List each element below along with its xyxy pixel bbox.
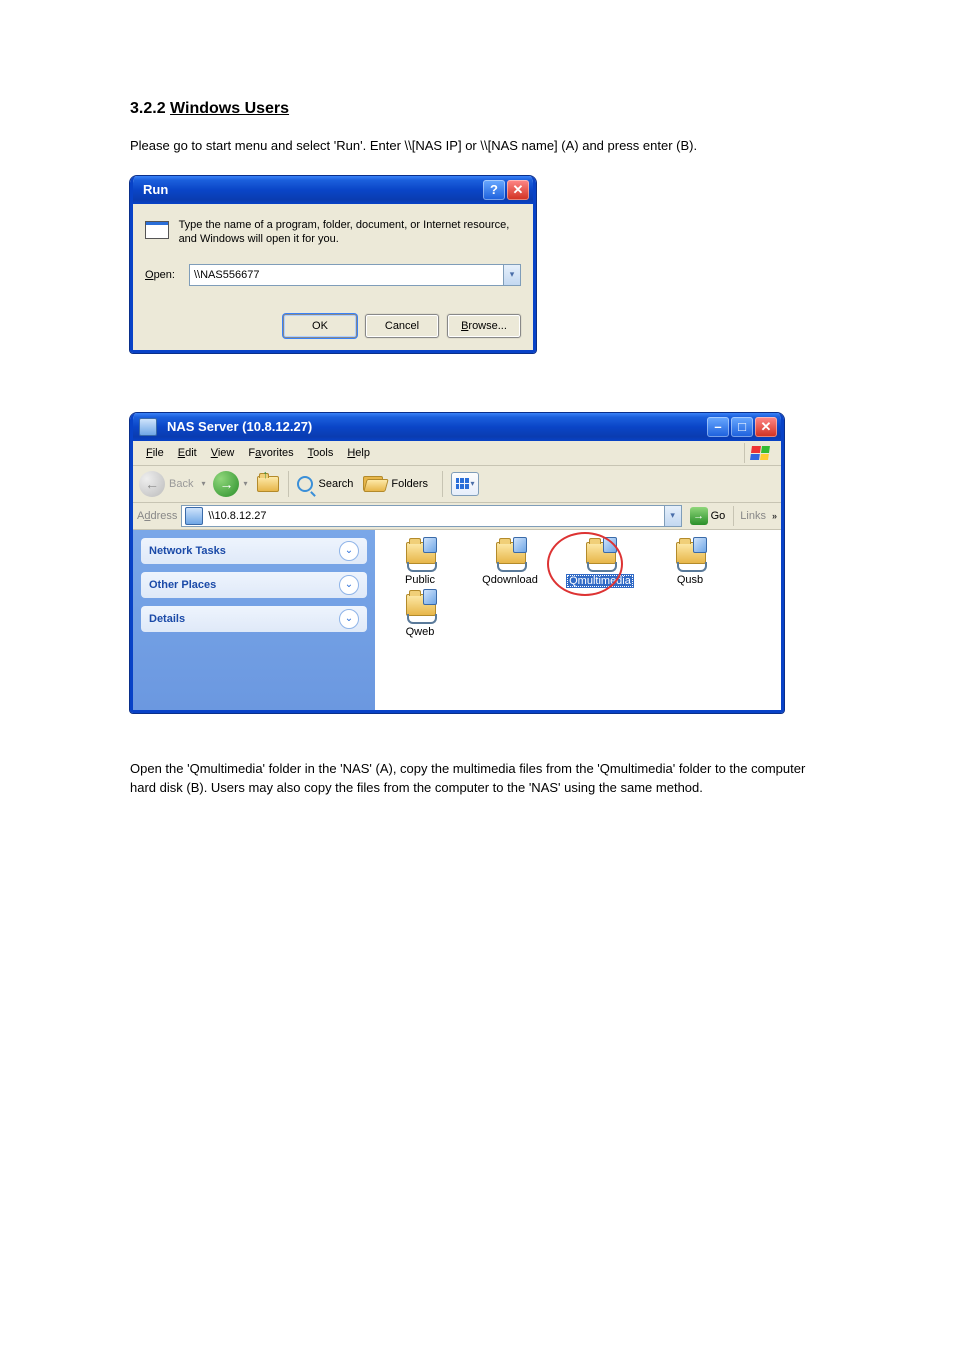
address-input[interactable] <box>206 509 663 523</box>
explorer-title: NAS Server (10.8.12.27) <box>161 419 705 434</box>
share-folder-item[interactable]: Public <box>381 540 459 588</box>
run-description: Type the name of a program, folder, docu… <box>179 218 521 248</box>
close-button[interactable]: ✕ <box>507 180 529 200</box>
other-places-panel[interactable]: Other Places ⌄ <box>141 572 367 598</box>
section-heading: 3.2.2 Windows Users <box>130 100 824 118</box>
address-icon <box>185 507 203 525</box>
folder-content: Public Qdownload Qmultimedia Qusb Qweb <box>375 530 781 710</box>
explorer-titlebar: NAS Server (10.8.12.27) – □ ✕ <box>133 413 781 441</box>
browse-button[interactable]: Browse... <box>447 314 521 338</box>
windows-logo-icon <box>744 443 775 463</box>
menu-view[interactable]: View <box>204 445 242 461</box>
links-chevron-icon[interactable]: » <box>772 511 777 521</box>
combo-dropdown-icon[interactable]: ▾ <box>503 265 520 285</box>
links-label[interactable]: Links <box>738 510 768 522</box>
share-folder-icon <box>583 540 617 570</box>
open-combobox[interactable]: ▾ <box>189 264 521 286</box>
share-folder-item[interactable]: Qweb <box>381 592 459 638</box>
minimize-button[interactable]: – <box>707 417 729 437</box>
open-input[interactable] <box>190 269 503 281</box>
forward-history-dropdown[interactable]: ▾ <box>243 479 247 488</box>
address-combobox[interactable]: ▾ <box>181 505 681 527</box>
folders-label[interactable]: Folders <box>391 478 428 490</box>
share-folder-item[interactable]: Qusb <box>651 540 729 588</box>
cancel-button[interactable]: Cancel <box>365 314 439 338</box>
go-arrow-icon: → <box>690 507 708 525</box>
share-folder-label: Qweb <box>406 626 435 638</box>
address-bar: Address ▾ → Go Links » <box>133 503 781 530</box>
side-panel: Network Tasks ⌄ Other Places ⌄ Details ⌄ <box>133 530 375 710</box>
share-folder-label: Qdownload <box>482 574 538 586</box>
share-folder-icon <box>403 592 437 622</box>
search-label[interactable]: Search <box>319 478 354 490</box>
section-number: 3.2.2 <box>130 100 166 117</box>
menu-help[interactable]: Help <box>340 445 377 461</box>
menu-bar: File Edit View Favorites Tools Help <box>133 441 781 466</box>
collapse-icon[interactable]: ⌄ <box>339 609 359 629</box>
explorer-close-button[interactable]: ✕ <box>755 417 777 437</box>
section-title: Windows Users <box>170 100 289 117</box>
back-history-dropdown[interactable]: ▾ <box>201 479 205 488</box>
folders-icon[interactable] <box>363 476 385 492</box>
address-label: Address <box>137 510 177 522</box>
help-button[interactable]: ? <box>483 180 505 200</box>
ok-button[interactable]: OK <box>283 314 357 338</box>
menu-file[interactable]: File <box>139 445 171 461</box>
maximize-button[interactable]: □ <box>731 417 753 437</box>
menu-tools[interactable]: Tools <box>301 445 341 461</box>
menu-favorites[interactable]: Favorites <box>241 445 300 461</box>
open-label: Open: <box>145 269 181 281</box>
run-titlebar: Run ? ✕ <box>133 176 533 204</box>
address-dropdown-icon[interactable]: ▾ <box>664 506 681 526</box>
share-folder-icon <box>673 540 707 570</box>
instruction-paragraph-2: Open the 'Qmultimedia' folder in the 'NA… <box>130 759 824 798</box>
network-tasks-panel[interactable]: Network Tasks ⌄ <box>141 538 367 564</box>
share-folder-label: Qmultimedia <box>566 574 634 588</box>
share-folder-label: Qusb <box>677 574 703 586</box>
back-label: Back <box>169 478 193 490</box>
share-folder-label: Public <box>405 574 435 586</box>
run-icon: ≡ <box>145 218 169 248</box>
menu-edit[interactable]: Edit <box>171 445 204 461</box>
details-panel[interactable]: Details ⌄ <box>141 606 367 632</box>
instruction-paragraph-1: Please go to start menu and select 'Run'… <box>130 136 824 156</box>
up-button[interactable] <box>256 473 280 495</box>
forward-button[interactable]: → <box>213 471 239 497</box>
toolbar: ← Back ▾ → ▾ Search Folders ▾ <box>133 466 781 503</box>
go-button[interactable]: → Go <box>686 507 730 525</box>
collapse-icon[interactable]: ⌄ <box>339 541 359 561</box>
collapse-icon[interactable]: ⌄ <box>339 575 359 595</box>
views-button[interactable]: ▾ <box>451 472 479 496</box>
explorer-window: NAS Server (10.8.12.27) – □ ✕ File Edit … <box>130 413 784 713</box>
share-folder-item[interactable]: Qdownload <box>471 540 549 588</box>
share-folder-icon <box>493 540 527 570</box>
run-title: Run <box>137 182 481 197</box>
share-folder-item[interactable]: Qmultimedia <box>561 540 639 588</box>
share-folder-icon <box>403 540 437 570</box>
window-icon <box>139 418 157 436</box>
run-dialog: Run ? ✕ ≡ Type the name of a program, fo… <box>130 176 536 353</box>
back-button: ← <box>139 471 165 497</box>
search-icon[interactable] <box>297 476 313 492</box>
